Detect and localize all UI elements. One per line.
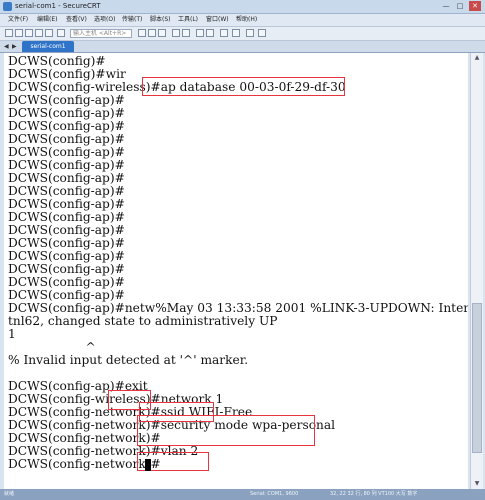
minimize-button[interactable]: — <box>440 1 452 11</box>
status-ready: 就绪 <box>4 491 15 497</box>
sftp-icon[interactable] <box>220 29 228 37</box>
menu-options[interactable]: 选项(O) <box>94 15 115 25</box>
print-setup-icon[interactable] <box>182 29 190 37</box>
terminal-output[interactable]: DCWS(config)# DCWS(config)#wir DCWS(config… <box>4 53 468 489</box>
securecrt-app-icon <box>3 2 12 11</box>
reconnect-icon[interactable] <box>35 29 43 37</box>
global-options-icon[interactable] <box>206 29 214 37</box>
menu-file[interactable]: 文件(F) <box>8 15 28 25</box>
settings-icon[interactable] <box>196 29 204 37</box>
terminal-line: tnl62, changed state to administratively… <box>8 314 278 328</box>
tab-next-arrow-icon[interactable]: ▶ <box>12 42 17 51</box>
session-tab-bar: ◀ ▶ serial-com1 <box>0 41 485 53</box>
menu-script[interactable]: 脚本(S) <box>150 15 171 25</box>
menu-tools[interactable]: 工具(L) <box>178 15 198 25</box>
terminal-scrollbar[interactable]: ▲ ▼ <box>470 53 483 489</box>
menu-help[interactable]: 帮助(H) <box>236 15 257 25</box>
menu-edit[interactable]: 编辑(E) <box>37 15 57 25</box>
tab-serial-com1[interactable]: serial-com1 <box>22 41 74 52</box>
toolbar: 输入主机 <Alt+R> <box>0 27 485 41</box>
close-button[interactable]: ✕ <box>469 1 481 11</box>
tab-prev-arrow-icon[interactable]: ◀ <box>4 42 9 51</box>
about-icon[interactable] <box>258 29 266 37</box>
scroll-down-arrow-icon[interactable]: ▼ <box>471 479 483 489</box>
baidu-jingyan-watermark-logo <box>390 452 470 480</box>
disconnect-icon[interactable] <box>45 29 53 37</box>
connect-icon[interactable] <box>5 29 13 37</box>
host-input[interactable]: 输入主机 <Alt+R> <box>70 29 132 38</box>
scroll-up-arrow-icon[interactable]: ▲ <box>471 53 483 63</box>
find-icon[interactable] <box>158 29 166 37</box>
paste-icon[interactable] <box>148 29 156 37</box>
help-icon[interactable] <box>246 29 254 37</box>
print-icon[interactable] <box>172 29 180 37</box>
title-bar: serial-com1 - SecureCRT — □ ✕ <box>0 0 485 14</box>
terminal-line: % Invalid input detected at '^' marker. <box>8 353 249 367</box>
keymap-icon[interactable] <box>232 29 240 37</box>
quick-connect-icon[interactable] <box>15 29 23 37</box>
scrollbar-thumb[interactable] <box>472 303 482 453</box>
maximize-button[interactable]: □ <box>454 1 466 11</box>
terminal-cursor <box>144 459 151 471</box>
menu-bar: 文件(F) 编辑(E) 查看(V) 选项(O) 传输(T) 脚本(S) 工具(L… <box>0 14 485 27</box>
highlight-ap-database <box>142 77 345 96</box>
status-bar: 就绪 Serial: COM1, 9600 32, 22 32 行, 80 列 … <box>0 489 485 500</box>
status-position: 32, 22 32 行, 80 列 VT100 大写 数字 <box>330 491 418 497</box>
copy-icon[interactable] <box>138 29 146 37</box>
menu-transfer[interactable]: 传输(T) <box>122 15 142 25</box>
host-icon <box>57 29 65 37</box>
status-connection: Serial: COM1, 9600 <box>250 491 299 497</box>
menu-window[interactable]: 窗口(W) <box>206 15 229 25</box>
highlight-ssid-security <box>137 415 315 446</box>
connect-tab-icon[interactable] <box>25 29 33 37</box>
window-title: serial-com1 - SecureCRT <box>15 2 101 10</box>
menu-view[interactable]: 查看(V) <box>66 15 87 25</box>
